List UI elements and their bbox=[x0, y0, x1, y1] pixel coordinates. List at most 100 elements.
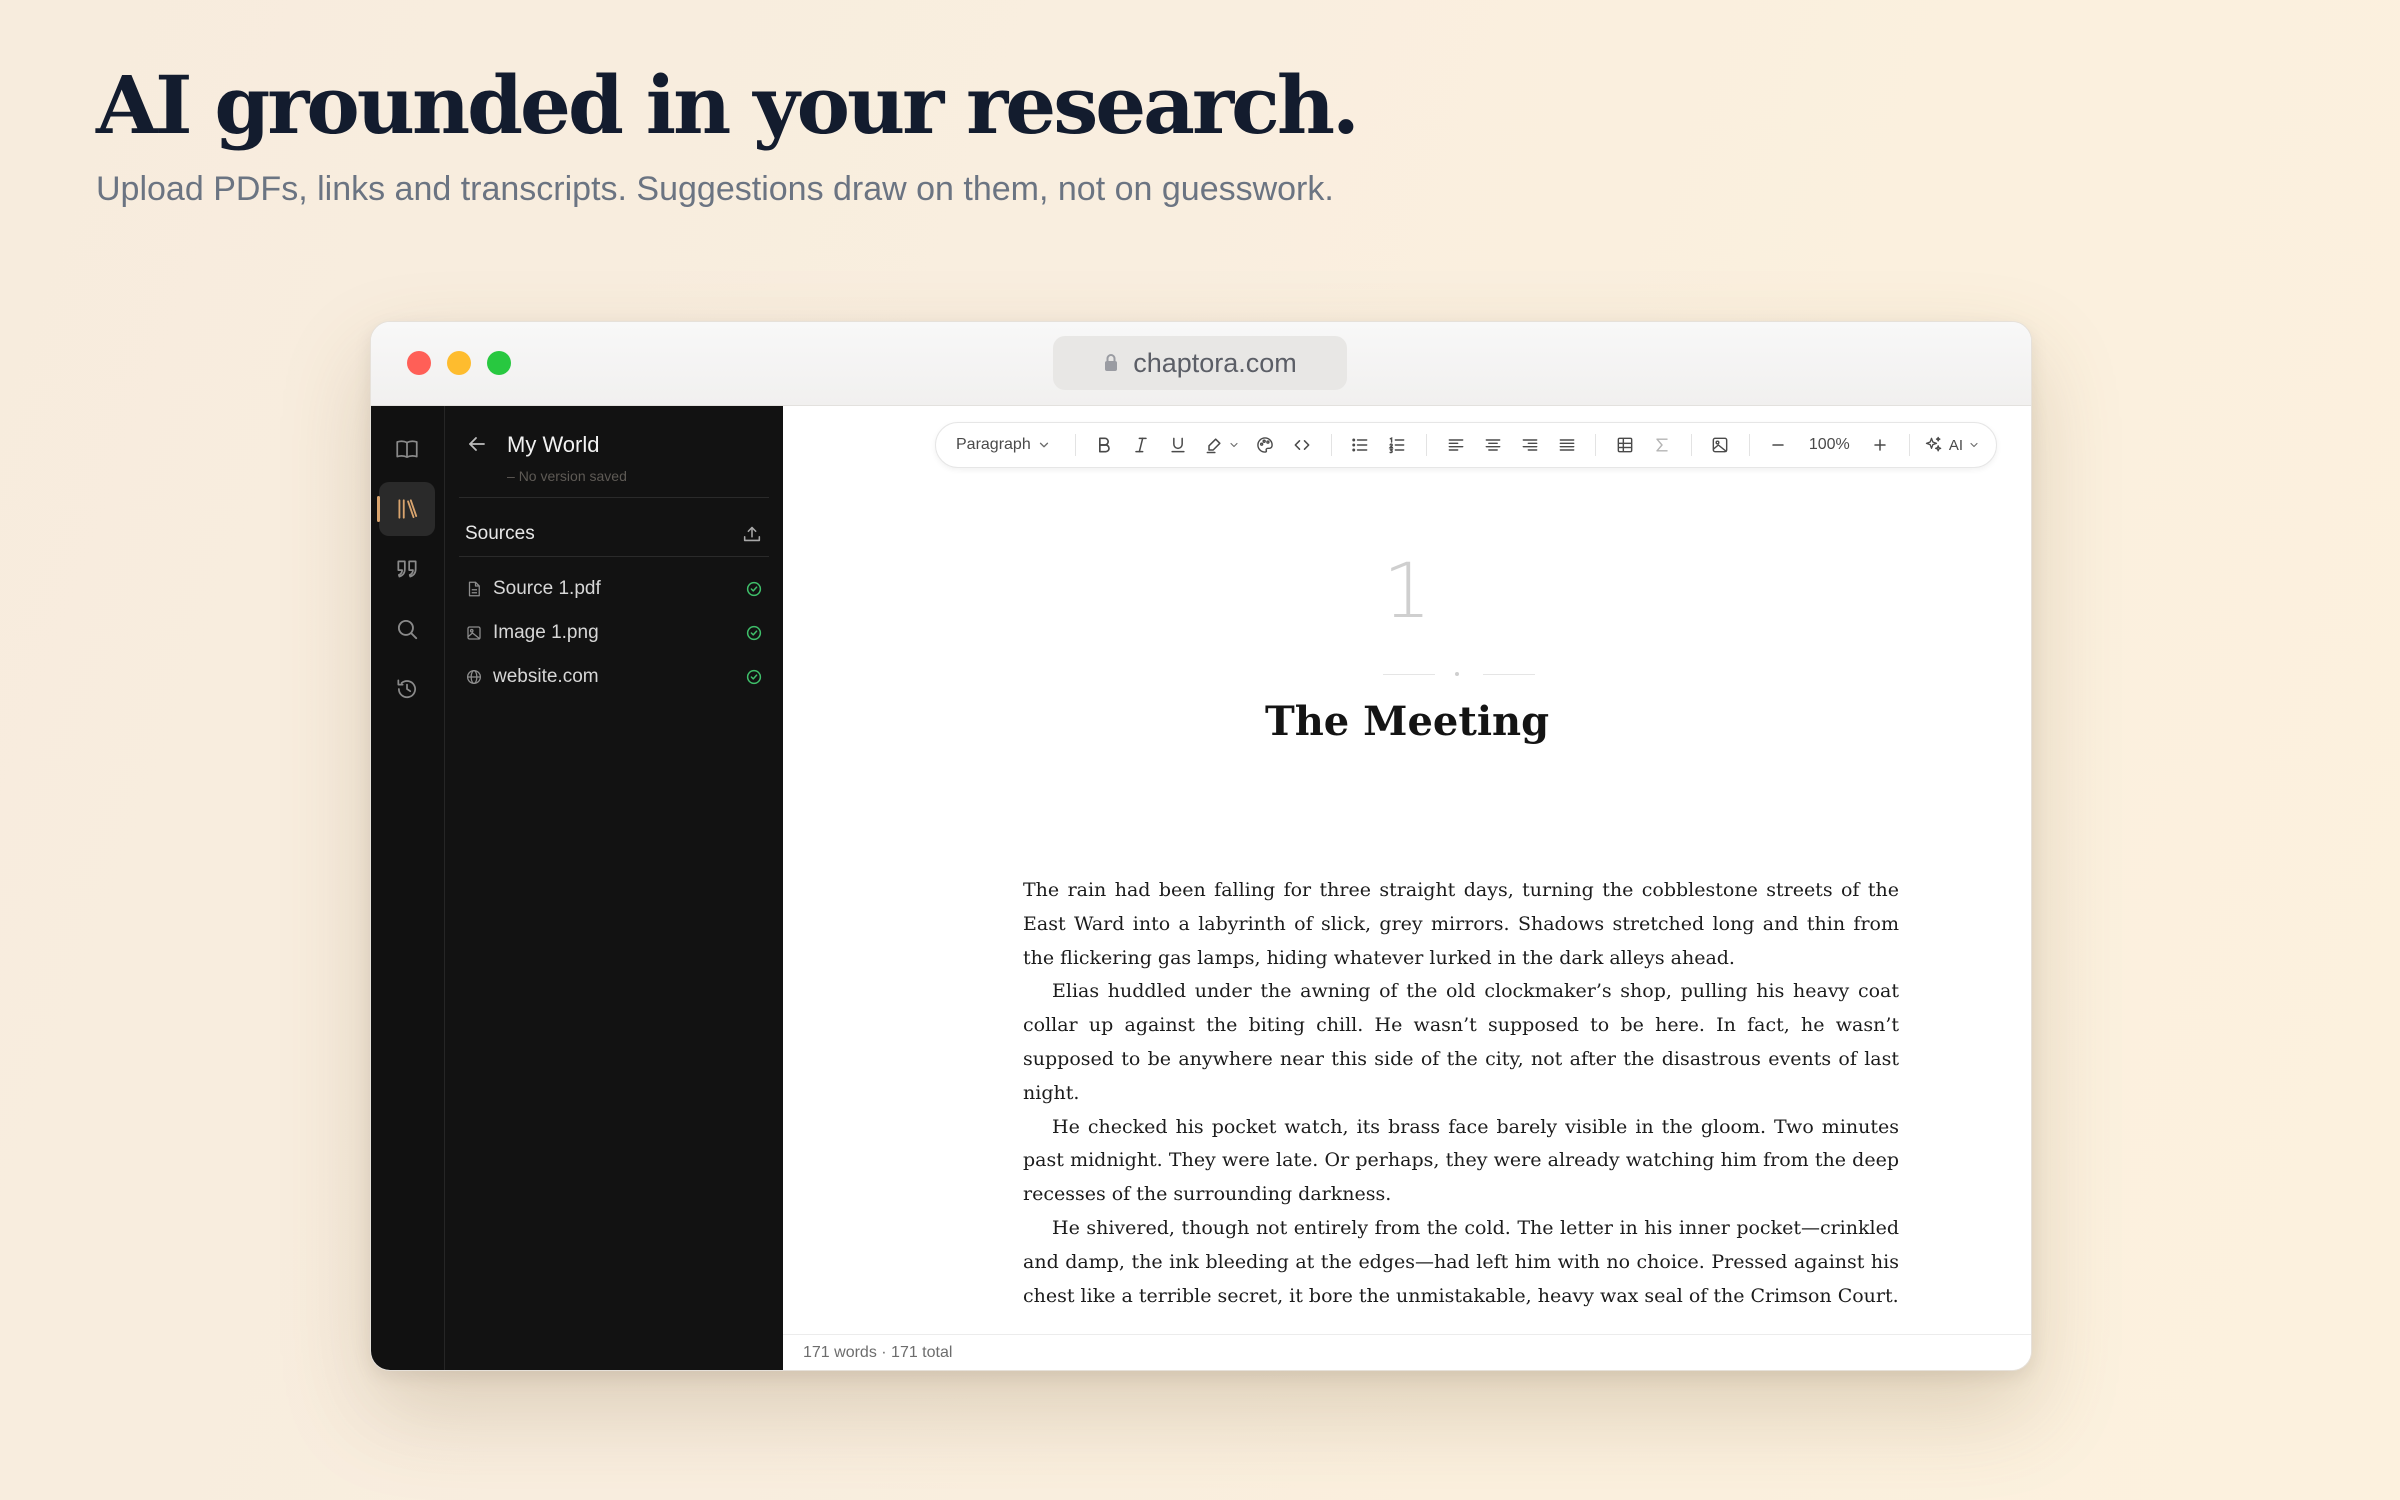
version-status: No version saved bbox=[507, 468, 627, 484]
history-icon bbox=[397, 679, 416, 699]
chapter-ornament-rule bbox=[1383, 674, 1435, 675]
chapter-number: 1 bbox=[1382, 546, 1432, 635]
minimize-window-button[interactable] bbox=[447, 351, 471, 375]
justify-icon bbox=[1559, 439, 1575, 451]
align-left-button[interactable] bbox=[1437, 430, 1474, 460]
file-icon bbox=[468, 581, 480, 597]
chapter-ornament-rule bbox=[1483, 674, 1535, 675]
rail-search-button[interactable] bbox=[379, 602, 435, 656]
underline-icon bbox=[1171, 437, 1186, 453]
paragraph[interactable]: He checked his pocket watch, its brass f… bbox=[1023, 1111, 1899, 1212]
globe-icon bbox=[466, 669, 482, 685]
bold-icon bbox=[1099, 437, 1110, 453]
icon-rail bbox=[371, 406, 445, 1370]
hero-subtitle: Upload PDFs, links and transcripts. Sugg… bbox=[96, 170, 1334, 208]
align-right-button[interactable] bbox=[1511, 430, 1548, 460]
plus-icon bbox=[1874, 439, 1887, 451]
check-circle-icon bbox=[746, 669, 762, 685]
underline-button[interactable] bbox=[1160, 430, 1197, 460]
close-window-button[interactable] bbox=[407, 351, 431, 375]
upload-icon[interactable] bbox=[741, 523, 763, 545]
italic-button[interactable] bbox=[1123, 430, 1160, 460]
chapter-ornament-dot bbox=[1455, 672, 1459, 676]
library-icon bbox=[398, 499, 418, 519]
toolbar-separator bbox=[1074, 434, 1076, 456]
align-center-button[interactable] bbox=[1474, 430, 1511, 460]
image-icon bbox=[467, 626, 481, 640]
insert-table-button[interactable] bbox=[1606, 430, 1643, 460]
check-circle-icon bbox=[746, 581, 762, 597]
source-name: Source 1.pdf bbox=[493, 578, 601, 599]
search-icon bbox=[397, 619, 418, 640]
chevron-down-icon bbox=[1039, 442, 1048, 448]
bold-button[interactable] bbox=[1086, 430, 1123, 460]
text-color-button[interactable] bbox=[1247, 430, 1284, 460]
highlight-button[interactable] bbox=[1197, 430, 1247, 460]
hero-title: AI grounded in your research. bbox=[96, 58, 1360, 152]
formatting-toolbar: Paragraph 100% AI bbox=[935, 422, 1997, 468]
block-style-value: Paragraph bbox=[956, 436, 1031, 453]
rail-library-button[interactable] bbox=[377, 482, 435, 536]
browser-window: chaptora.com My World – No version saved… bbox=[370, 321, 2032, 1371]
quote-icon bbox=[397, 560, 417, 578]
align-center-icon bbox=[1485, 439, 1501, 451]
sources-sidebar: My World No version saved Sources Source… bbox=[445, 406, 783, 1370]
sources-header: Sources bbox=[465, 509, 763, 559]
maximize-window-button[interactable] bbox=[487, 351, 511, 375]
ai-menu-button[interactable]: AI bbox=[1924, 435, 1980, 455]
chapter-title[interactable]: The Meeting bbox=[783, 698, 2031, 745]
paragraph[interactable]: He shivered, though not entirely from th… bbox=[1023, 1212, 1899, 1313]
project-title: My World bbox=[507, 432, 600, 457]
zoom-in-button[interactable] bbox=[1862, 430, 1899, 460]
toolbar-separator bbox=[1330, 434, 1332, 456]
paragraph[interactable]: The rain had been falling for three stra… bbox=[1023, 874, 1899, 975]
rail-quotes-button[interactable] bbox=[379, 542, 435, 596]
source-item[interactable]: Image 1.png bbox=[465, 613, 763, 653]
table-icon bbox=[1617, 437, 1633, 453]
project-header: My World No version saved bbox=[465, 418, 767, 498]
source-name: Image 1.png bbox=[493, 622, 599, 643]
chevron-down-icon bbox=[1970, 442, 1978, 448]
document-body[interactable]: The rain had been falling for three stra… bbox=[1023, 874, 1899, 1313]
check-circle-icon bbox=[746, 625, 762, 641]
sparkles-icon bbox=[1925, 436, 1942, 452]
rail-book-button[interactable] bbox=[379, 422, 435, 476]
insert-image-button[interactable] bbox=[1702, 430, 1739, 460]
source-item[interactable]: Source 1.pdf bbox=[465, 569, 763, 609]
toolbar-separator bbox=[1595, 434, 1597, 456]
zoom-out-button[interactable] bbox=[1760, 430, 1797, 460]
lock-icon bbox=[1105, 354, 1118, 371]
source-name: website.com bbox=[493, 666, 599, 687]
bullet-list-button[interactable] bbox=[1342, 430, 1379, 460]
insert-formula-button[interactable] bbox=[1644, 430, 1681, 460]
divider bbox=[459, 497, 769, 498]
paragraph[interactable]: Elias huddled under the awning of the ol… bbox=[1023, 975, 1899, 1110]
divider bbox=[459, 556, 769, 557]
chevron-down-icon bbox=[1230, 442, 1238, 448]
rail-history-button[interactable] bbox=[379, 662, 435, 716]
image-icon bbox=[1712, 437, 1728, 453]
browser-titlebar: chaptora.com bbox=[371, 322, 2031, 406]
ai-label: AI bbox=[1948, 436, 1963, 454]
sigma-icon bbox=[1656, 438, 1668, 452]
palette-icon bbox=[1257, 437, 1273, 453]
toolbar-separator bbox=[1426, 434, 1427, 456]
address-bar[interactable]: chaptora.com bbox=[1053, 336, 1347, 390]
word-count: 171 words · 171 total bbox=[803, 1343, 953, 1361]
status-bar: 171 words · 171 total bbox=[783, 1334, 2031, 1370]
back-arrow-icon[interactable] bbox=[465, 432, 489, 456]
align-right-icon bbox=[1522, 439, 1538, 451]
code-icon bbox=[1294, 440, 1310, 450]
editor-pane: Paragraph 100% AI 1 The Meeting The rain… bbox=[783, 406, 2031, 1370]
highlighter-icon bbox=[1206, 438, 1221, 454]
justify-button[interactable] bbox=[1548, 430, 1585, 460]
book-icon bbox=[396, 440, 418, 458]
numbered-list-button[interactable] bbox=[1379, 430, 1416, 460]
url-text: chaptora.com bbox=[1133, 347, 1297, 378]
code-button[interactable] bbox=[1284, 430, 1321, 460]
source-item[interactable]: website.com bbox=[465, 657, 763, 697]
block-style-select[interactable]: Paragraph bbox=[956, 436, 1051, 454]
align-left-icon bbox=[1448, 439, 1463, 451]
bullet-list-icon bbox=[1352, 438, 1368, 452]
zoom-level: 100% bbox=[1808, 436, 1850, 453]
